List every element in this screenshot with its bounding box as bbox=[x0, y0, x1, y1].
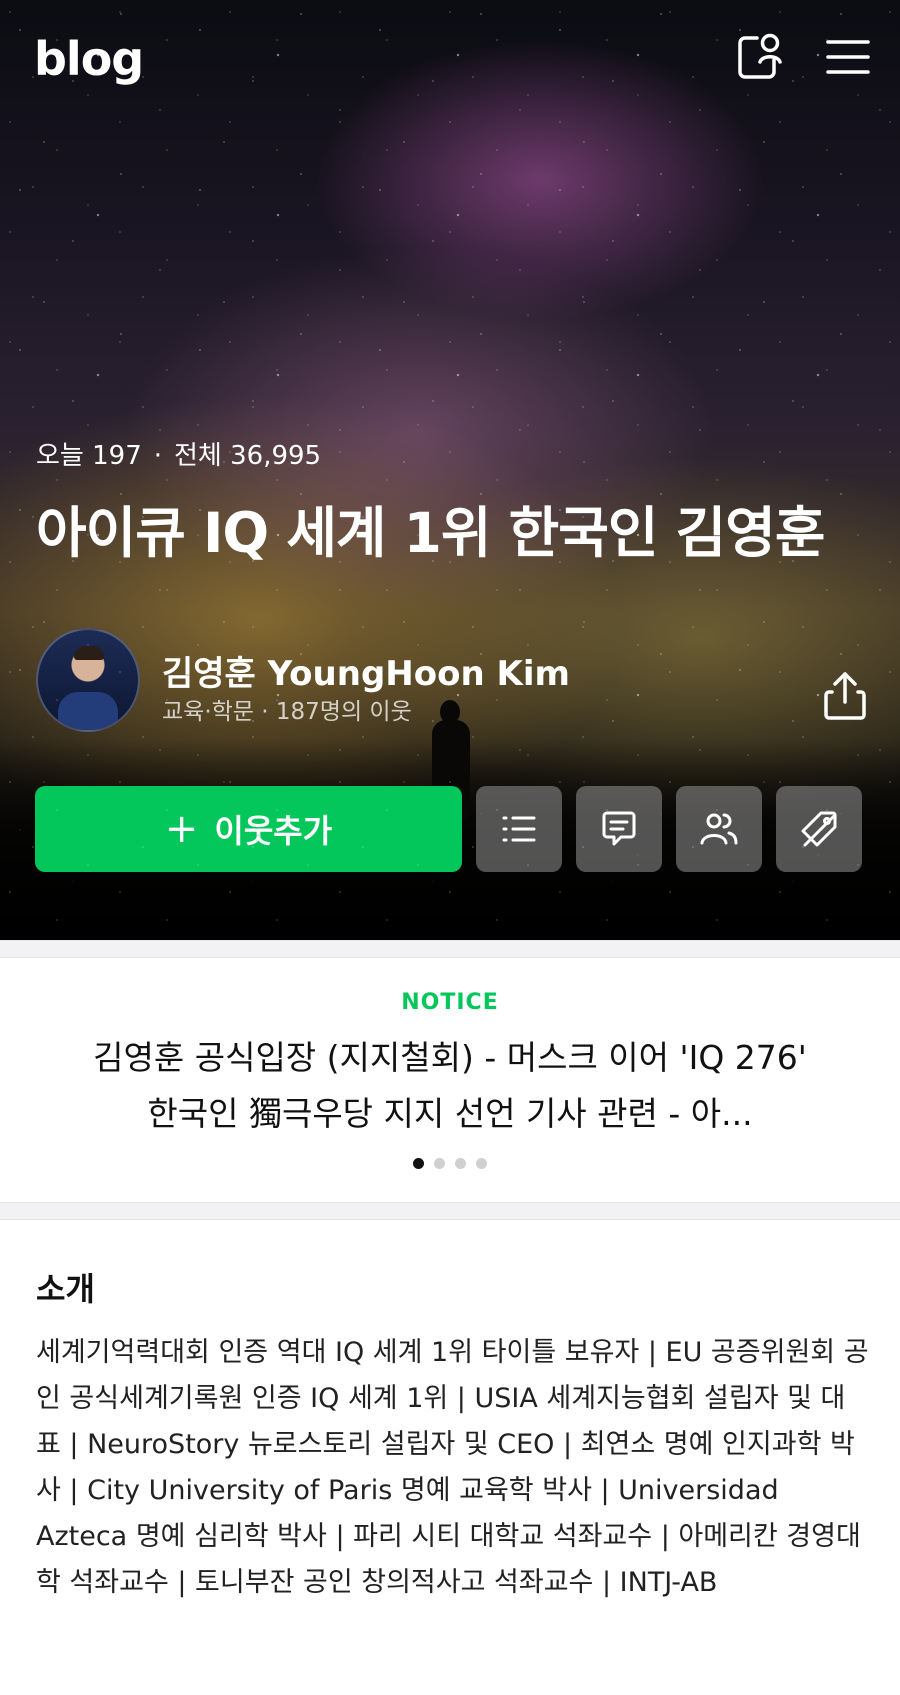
notice-label: NOTICE bbox=[401, 990, 499, 1015]
total-count: 전체 36,995 bbox=[174, 441, 322, 471]
cover-silhouette bbox=[440, 700, 460, 724]
share-icon[interactable] bbox=[822, 670, 868, 722]
add-neighbor-button[interactable]: + 이웃추가 bbox=[35, 786, 462, 872]
avatar-shirt bbox=[58, 692, 118, 730]
add-neighbor-label: 이웃추가 bbox=[214, 812, 333, 850]
pagination-dot[interactable] bbox=[455, 1158, 466, 1169]
guestbook-button[interactable] bbox=[576, 786, 662, 872]
neighbors-button[interactable] bbox=[676, 786, 762, 872]
blog-title: 아이큐 IQ 세계 1위 한국인 김영훈 bbox=[36, 501, 825, 565]
tag-off-button[interactable] bbox=[776, 786, 862, 872]
neighbors-icon bbox=[700, 813, 738, 845]
avatar[interactable] bbox=[36, 628, 140, 732]
today-count: 오늘 197 bbox=[36, 441, 142, 471]
no-tag-icon bbox=[801, 811, 837, 847]
pagination-dot-active[interactable] bbox=[413, 1158, 424, 1169]
pagination-dot[interactable] bbox=[476, 1158, 487, 1169]
menu-icon[interactable] bbox=[822, 30, 874, 82]
section-divider bbox=[0, 940, 900, 958]
guestbook-icon bbox=[602, 811, 636, 846]
avatar-hair bbox=[74, 646, 104, 660]
blog-logo[interactable]: blog bbox=[34, 32, 144, 86]
owner-name[interactable]: 김영훈 YoungHoon Kim bbox=[162, 646, 570, 695]
visitor-stats: 오늘 197 · 전체 36,995 bbox=[36, 435, 321, 472]
pagination-dot[interactable] bbox=[434, 1158, 445, 1169]
notice-pagination bbox=[0, 1158, 900, 1169]
my-news-icon[interactable] bbox=[733, 30, 785, 82]
section-divider bbox=[0, 1202, 900, 1220]
owner-meta: 교육·학문 · 187명의 이웃 bbox=[162, 699, 412, 725]
blog-cover: blog 오늘 197 · 전체 36,995 아이큐 IQ 세계 1위 한국인 김… bbox=[0, 0, 900, 940]
post-list-button[interactable] bbox=[476, 786, 562, 872]
intro-title: 소개 bbox=[36, 1270, 95, 1308]
cover-silhouette-body bbox=[432, 720, 470, 820]
stats-separator: · bbox=[153, 441, 162, 471]
cover-ground bbox=[0, 740, 900, 940]
plus-icon: + bbox=[164, 806, 199, 852]
list-icon bbox=[502, 816, 536, 842]
notice-text[interactable]: 김영훈 공식입장 (지지철회) - 머스크 이어 'IQ 276' 한국인 獨극… bbox=[80, 1030, 820, 1142]
intro-text: 세계기억력대회 인증 역대 IQ 세계 1위 타이틀 보유자 | EU 공증위원… bbox=[36, 1337, 869, 1598]
